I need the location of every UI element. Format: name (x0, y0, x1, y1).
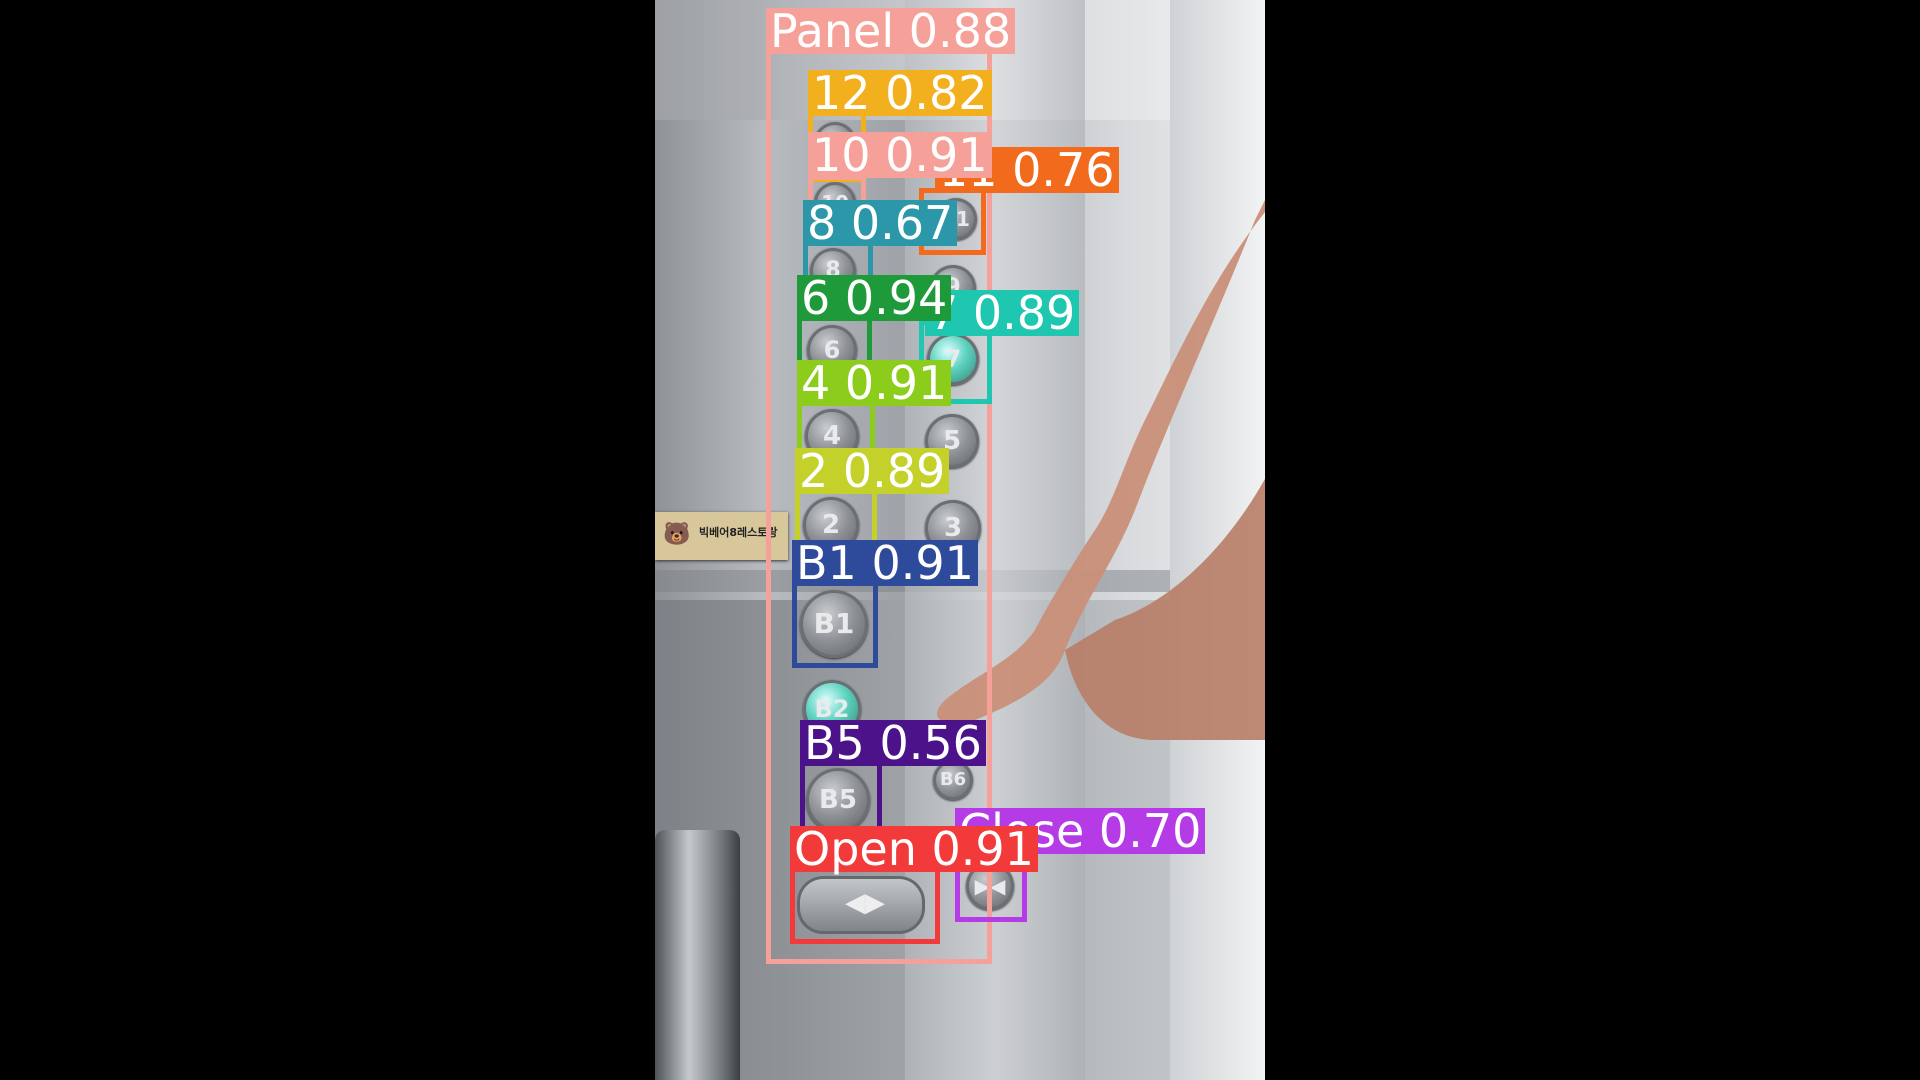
box-open (790, 866, 940, 944)
bear-logo-icon: 🐻 (663, 522, 691, 547)
hand-palm (1065, 478, 1265, 740)
label-floor-10: 10 0.91 (808, 132, 992, 178)
label-floor-8: 8 0.67 (803, 200, 958, 246)
camera-frame: 🐻 빅베어8레스토랑 12 10 11 8 9 6 7 4 5 2 3 B1 B… (655, 0, 1265, 1080)
label-floor-b5: B5 0.56 (800, 720, 986, 766)
label-floor-4: 4 0.91 (797, 360, 952, 406)
label-panel: Panel 0.88 (766, 8, 1016, 54)
label-floor-6: 6 0.94 (797, 275, 952, 321)
label-floor-12: 12 0.82 (808, 70, 992, 116)
box-floor-b1 (792, 578, 878, 668)
label-floor-b1: B1 0.91 (792, 540, 978, 586)
thermos-bottle (655, 830, 740, 1080)
label-floor-2: 2 0.89 (795, 448, 950, 494)
label-open: Open 0.91 (790, 826, 1038, 872)
